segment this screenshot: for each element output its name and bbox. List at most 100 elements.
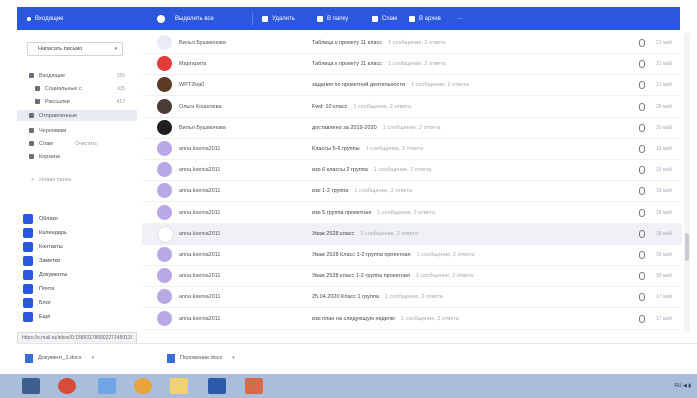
paperclip-icon (639, 123, 645, 132)
sidebar-item-sent[interactable]: Отправленные (17, 110, 137, 121)
sidebar-item-inbox[interactable]: Входящие 155 (17, 70, 137, 81)
archive-button[interactable]: В архив (409, 7, 441, 30)
sidebar-item-label: Социальные с (45, 85, 82, 92)
mail-row[interactable]: anna.ksenia2011 изо 5 группа проектная 1 с… (142, 203, 682, 224)
download-filename: Документ_1.docx (38, 355, 82, 361)
mail-row[interactable]: anna.ksenia2011 Классы 5-6 группы 1 сообще… (142, 139, 682, 160)
delete-button[interactable]: Удалить (262, 7, 295, 30)
app-notes[interactable]: Заметки (23, 255, 60, 267)
avatar[interactable] (157, 35, 172, 50)
mail-row[interactable]: anna.ksenia2011 изо 1-2 группа 1 сообщение… (142, 181, 682, 203)
spam-icon (372, 15, 378, 22)
avatar[interactable] (157, 141, 172, 156)
compose-button[interactable]: Написать письмо ▾ (27, 42, 123, 56)
avatar[interactable] (157, 98, 172, 114)
mail-icon (23, 284, 33, 294)
avatar[interactable] (157, 119, 172, 135)
mail-row[interactable]: anna.ksenia2011 Уваж 2528 класс 1-2 групп… (142, 266, 682, 288)
mail-sender: anna.ksenia2011 (179, 209, 221, 216)
word-icon[interactable] (208, 378, 226, 394)
archive-label: В архив (419, 15, 441, 22)
chrome-icon[interactable] (58, 378, 76, 394)
mail-row[interactable]: anna.ksenia2011 изо 6 классы 2 группа 1 со… (142, 160, 682, 182)
move-button[interactable]: В папку (317, 7, 348, 30)
app-more[interactable]: Ещё (23, 311, 50, 323)
select-all-icon (157, 14, 165, 23)
app-calendar[interactable]: Календарь (23, 227, 67, 239)
mail-row[interactable]: WPT2kia0 задания по проектной деятельност… (142, 75, 682, 97)
mail-subject: изо 1-2 группа (312, 188, 349, 195)
mail-sender: Ольга Кошелева (179, 103, 222, 110)
folder-button[interactable]: Входящие (27, 7, 63, 30)
select-all-button[interactable]: Выделить все (157, 7, 214, 30)
sidebar-item-social[interactable]: Социальные с 105 (17, 83, 137, 94)
powerpoint-icon[interactable] (245, 378, 263, 394)
mail-subject-line: доставлено за 2019-2020 1 сообщение, 2 от… (312, 125, 440, 131)
mail-sender: Вилья Бушмонова (179, 40, 226, 46)
paperclip-icon (639, 102, 645, 111)
avatar[interactable] (157, 56, 172, 72)
paperclip-icon (639, 293, 645, 302)
download-item[interactable]: Положение.docx ▾ (167, 351, 235, 365)
app-label: Контакты (39, 244, 63, 250)
mail-list: Вилья Бушмонова Таблица к проекту 11 клас… (142, 33, 682, 333)
avatar[interactable] (157, 225, 174, 243)
folder-icon[interactable] (170, 378, 188, 394)
mail-date: 21 май (656, 40, 672, 46)
avatar[interactable] (157, 289, 172, 305)
mail-row[interactable]: anna.ksenia2011 25.04.2020 Класс 1 группа… (142, 287, 682, 309)
avatar[interactable] (157, 268, 172, 284)
mail-row[interactable]: Вилья Бушмонова Таблица к проекту 11 клас… (142, 33, 682, 54)
chevron-down-icon[interactable]: ▾ (114, 46, 117, 52)
sidebar-item-newsletters[interactable]: Рассылки 417 (17, 96, 137, 107)
clear-spam-link[interactable]: Очистить (75, 141, 97, 147)
avatar[interactable] (157, 77, 172, 93)
avatar[interactable] (157, 162, 172, 178)
mail-snippet: 1 сообщение, 2 ответа (415, 273, 474, 280)
mail-row[interactable]: Ольга Кошелева Fwd: 10 класс 1 сообщение, … (142, 97, 682, 118)
app-mail[interactable]: Почта (23, 283, 54, 295)
more-button[interactable]: ··· (457, 7, 463, 30)
paperclip-icon (639, 251, 645, 259)
explorer-icon[interactable] (98, 378, 116, 394)
mail-subject-line: 25.04.2020 Класс 1 группа 1 сообщение, 2 … (312, 294, 443, 300)
app-contacts[interactable]: Контакты (23, 241, 63, 253)
sidebar-item-spam[interactable]: Спам Очистить (17, 138, 137, 149)
avatar[interactable] (157, 183, 172, 199)
app-cloud[interactable]: Облако (23, 213, 58, 225)
avatar[interactable] (157, 204, 172, 220)
avatar[interactable] (157, 310, 172, 326)
mail-row[interactable]: anna.ksenia2011 изо план на следующую нед… (142, 309, 682, 330)
download-item[interactable]: Документ_1.docx ▾ (25, 351, 94, 365)
app-blog[interactable]: Блог (23, 297, 51, 309)
notes-icon (23, 256, 33, 266)
browser-icon[interactable] (134, 378, 152, 394)
mail-row[interactable]: Вилья Бушмонова доставлено за 2019-2020 1 … (142, 118, 682, 139)
more-label: ··· (457, 15, 463, 22)
start-icon[interactable] (22, 378, 40, 394)
system-tray[interactable]: RU ◀ ▮ (674, 383, 691, 389)
scrollbar-thumb[interactable] (685, 233, 689, 261)
new-folder-button[interactable]: + Новая папка (17, 174, 137, 185)
avatar[interactable] (157, 247, 172, 262)
downloads-bar: Документ_1.docx ▾ Положение.docx ▾ (17, 343, 697, 373)
sidebar-item-drafts[interactable]: Черновики (17, 125, 137, 136)
documents-icon (23, 270, 33, 280)
mail-date: 17 май (656, 294, 672, 301)
spam-icon (29, 141, 34, 146)
sidebar-item-trash[interactable]: Корзина (17, 151, 137, 162)
unread-count: 105 (116, 85, 125, 92)
chevron-down-icon[interactable]: ▾ (92, 355, 95, 361)
word-file-icon (25, 353, 33, 363)
social-icon (35, 86, 40, 91)
app-documents[interactable]: Документы (23, 269, 67, 281)
mail-row[interactable]: anna.ksenia2011 Уваж 2528 класс 1 сообщени… (142, 223, 682, 245)
mail-subject: Уваж 2528 класс 1-2 группа проектная (312, 273, 410, 280)
scrollbar[interactable] (684, 33, 690, 333)
mail-row[interactable]: Маргарита Таблица к проекту 11 класс 1 соо… (142, 54, 682, 76)
chevron-down-icon[interactable]: ▾ (232, 355, 235, 361)
mail-snippet: 1 сообщение, 2 ответа (353, 103, 412, 110)
taskbar: RU ◀ ▮ (0, 374, 697, 398)
mail-row[interactable]: anna.ksenia2011 Уваж 2528 Класс 1-2 групп… (142, 245, 682, 266)
spam-button[interactable]: Спам (372, 7, 397, 30)
